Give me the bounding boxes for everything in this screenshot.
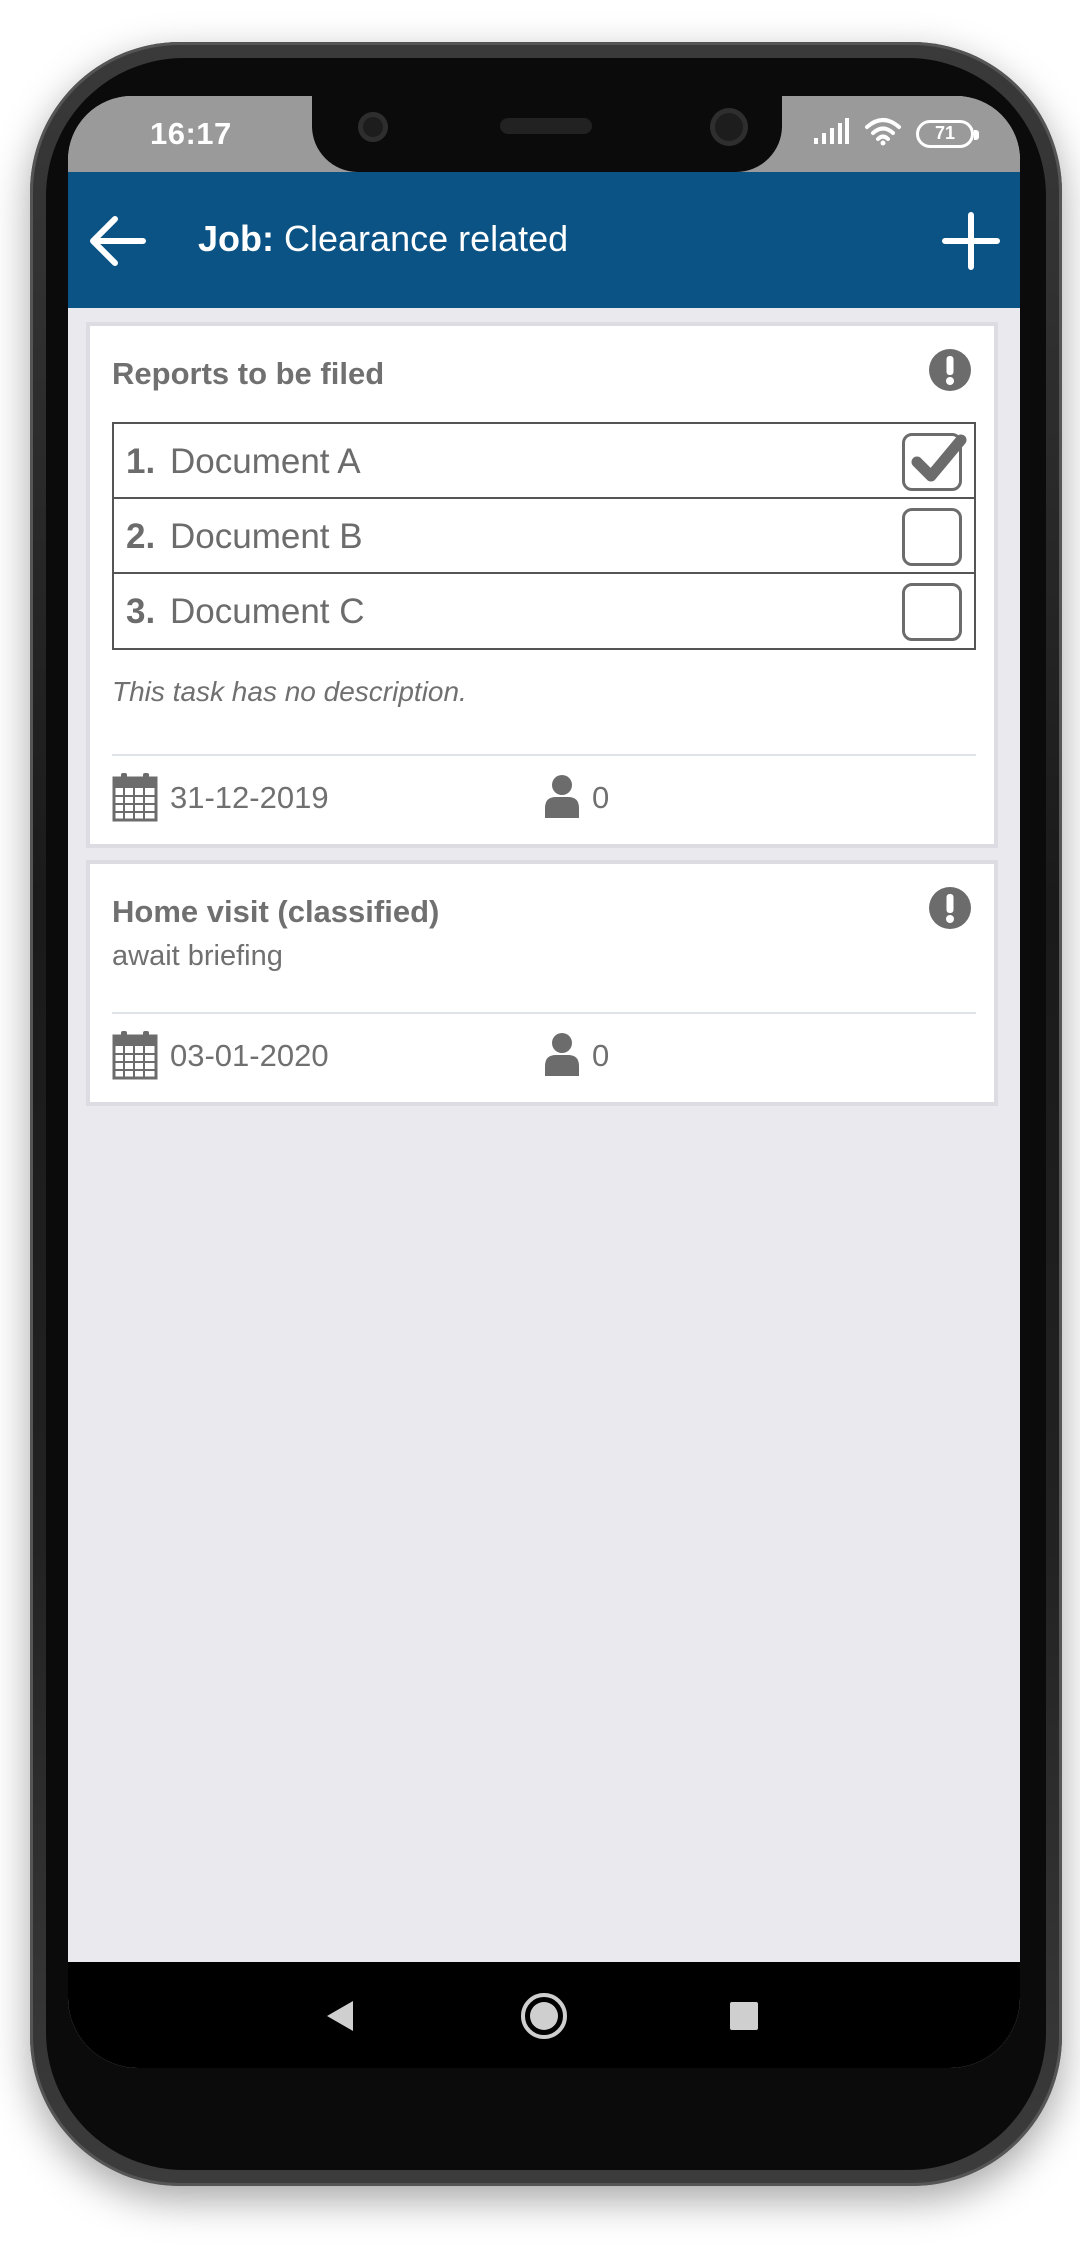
task-card[interactable]: Reports to be filed 1. Document A 2. Doc…: [86, 322, 998, 848]
checkbox-unchecked[interactable]: [902, 508, 962, 566]
app-bar: Job: Clearance related: [68, 172, 1020, 308]
task-list: Reports to be filed 1. Document A 2. Doc…: [68, 308, 1020, 1962]
nav-recents-button[interactable]: [716, 1988, 772, 2044]
task-meta: 31-12-2019 0: [112, 772, 976, 822]
checklist-item-label: Document B: [170, 517, 363, 556]
screen: 16:17 71 Job: Clearance related Reports …: [68, 96, 1020, 2068]
status-icons: 71: [812, 116, 979, 151]
front-camera-icon: [710, 108, 748, 146]
recents-square-icon: [730, 2002, 758, 2030]
assignee-count: 0: [592, 780, 610, 815]
checklist-item-number: 3.: [126, 592, 156, 631]
task-description: This task has no description.: [112, 676, 467, 707]
checklist-item-label: Document C: [170, 592, 365, 631]
status-bar: 16:17 71: [68, 96, 1020, 172]
page-title-label: Job:: [198, 218, 274, 259]
checklist-item[interactable]: 1. Document A: [114, 424, 974, 499]
camera-notch: [312, 96, 782, 172]
checklist-item-number: 2.: [126, 517, 156, 556]
exclamation-icon: [929, 887, 971, 929]
page-title-value: Clearance related: [284, 218, 569, 259]
battery-level: 71: [934, 123, 956, 143]
task-card[interactable]: Home visit (classified) await briefing 0…: [86, 860, 998, 1106]
arrow-left-icon: [90, 216, 146, 266]
back-triangle-icon: [327, 2001, 353, 2031]
person-icon: [545, 775, 579, 818]
checklist-item[interactable]: 3. Document C: [114, 574, 974, 648]
assignee-count: 0: [592, 1038, 610, 1073]
page-title: Job: Clearance related: [198, 218, 568, 260]
nav-home-button[interactable]: [516, 1988, 572, 2044]
speaker-grille: [500, 118, 592, 134]
checklist-item[interactable]: 2. Document B: [114, 499, 974, 574]
wifi-icon: [864, 116, 902, 151]
calendar-icon: [112, 1031, 158, 1080]
task-title: Reports to be filed: [112, 356, 385, 391]
task-subtitle: await briefing: [112, 940, 283, 972]
task-due-date: 31-12-2019: [170, 780, 329, 815]
signal-icon: [812, 118, 850, 149]
add-task-button[interactable]: [936, 206, 1006, 276]
sensor-icon: [358, 112, 388, 142]
task-title: Home visit (classified): [112, 894, 440, 929]
nav-back-button[interactable]: [312, 1988, 368, 2044]
person-icon: [545, 1033, 579, 1076]
exclamation-icon: [929, 349, 971, 391]
checklist: 1. Document A 2. Document B 3. Document: [112, 422, 976, 650]
battery-icon: 71: [916, 119, 979, 148]
calendar-icon: [112, 773, 158, 822]
checklist-item-label: Document A: [170, 442, 361, 481]
system-nav-bar: [68, 1962, 1020, 2068]
checkbox-checked[interactable]: [902, 433, 967, 491]
checklist-item-number: 1.: [126, 442, 156, 481]
task-meta: 03-01-2020 0: [112, 1030, 976, 1080]
plus-icon: [942, 212, 1000, 270]
status-time: 16:17: [150, 116, 232, 151]
task-due-date: 03-01-2020: [170, 1038, 329, 1073]
home-circle-icon: [521, 1993, 567, 2039]
divider: [112, 1012, 976, 1014]
divider: [112, 754, 976, 756]
back-button[interactable]: [82, 206, 152, 276]
checkmark-icon: [911, 434, 967, 482]
checkbox-unchecked[interactable]: [902, 583, 962, 641]
